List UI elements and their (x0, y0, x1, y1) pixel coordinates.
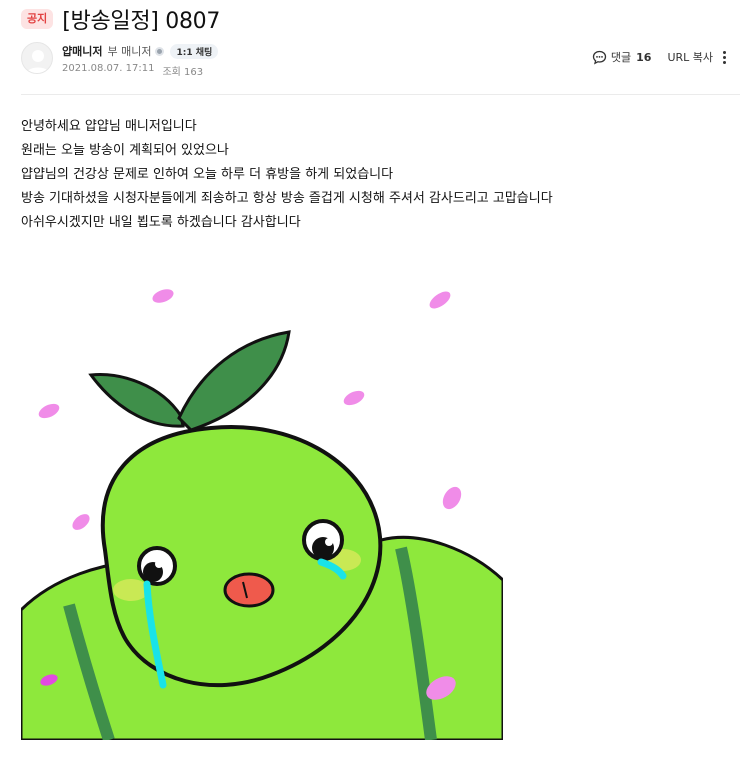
avatar[interactable] (21, 42, 53, 74)
notice-badge: 공지 (21, 9, 54, 29)
author-role: 부 매니저 (107, 45, 152, 58)
comment-icon[interactable] (592, 50, 607, 65)
eye-right (302, 519, 344, 561)
author-name[interactable]: 얍매니저 (62, 43, 102, 59)
cheek-left (113, 579, 149, 601)
eye-left (137, 546, 177, 586)
comment-count[interactable]: 16 (636, 51, 651, 64)
leaf-left (88, 373, 185, 428)
manager-grade-icon (155, 46, 165, 56)
more-options-icon[interactable] (721, 50, 728, 64)
body-line: 아쉬우시겠지만 내일 뵙도록 하겠습니다 감사합니다 (21, 215, 301, 230)
post-actions: 댓글 16 URL 복사 (592, 49, 728, 65)
view-count: 조회 163 (162, 67, 204, 78)
post-body: 안녕하세요 얍얍님 매니저입니다 원래는 오늘 방송이 계획되어 있었으나 얍얍… (21, 115, 553, 235)
post-date: 2021.08.07. 17:11 (62, 63, 155, 74)
petal (442, 486, 462, 510)
petal (429, 291, 451, 309)
body-line: 얍얍님의 건강상 문제로 인하여 오늘 하루 더 휴방을 하게 되었습니다 (21, 167, 394, 182)
post-image[interactable] (21, 260, 503, 740)
petal (152, 289, 174, 303)
body-line: 방송 기대하셨을 시청자분들에게 죄송하고 항상 방송 즐겁게 시청해 주셔서 … (21, 191, 553, 206)
mouth (223, 572, 275, 608)
author-info: 얍매니저 부 매니저 1:1 채팅 2021.08.07. 17:11 조회 1… (21, 42, 740, 82)
chat-button[interactable]: 1:1 채팅 (170, 43, 219, 59)
post-meta: 2021.08.07. 17:11 조회 163 (62, 63, 203, 78)
header-divider (21, 94, 740, 95)
petal (38, 403, 60, 419)
petal (343, 390, 365, 406)
crying-green-character-illustration (21, 289, 503, 740)
leaf-right (177, 330, 291, 432)
body-line: 원래는 오늘 방송이 계획되어 있었으나 (21, 143, 229, 158)
body-line: 안녕하세요 얍얍님 매니저입니다 (21, 119, 197, 134)
url-copy-button[interactable]: URL 복사 (667, 49, 713, 65)
comment-label[interactable]: 댓글 (611, 49, 631, 65)
title-row: 공지 [방송일정] 0807 (21, 4, 220, 34)
post-title: [방송일정] 0807 (62, 9, 221, 34)
author-line: 얍매니저 부 매니저 1:1 채팅 (62, 43, 219, 59)
petal (72, 514, 90, 530)
